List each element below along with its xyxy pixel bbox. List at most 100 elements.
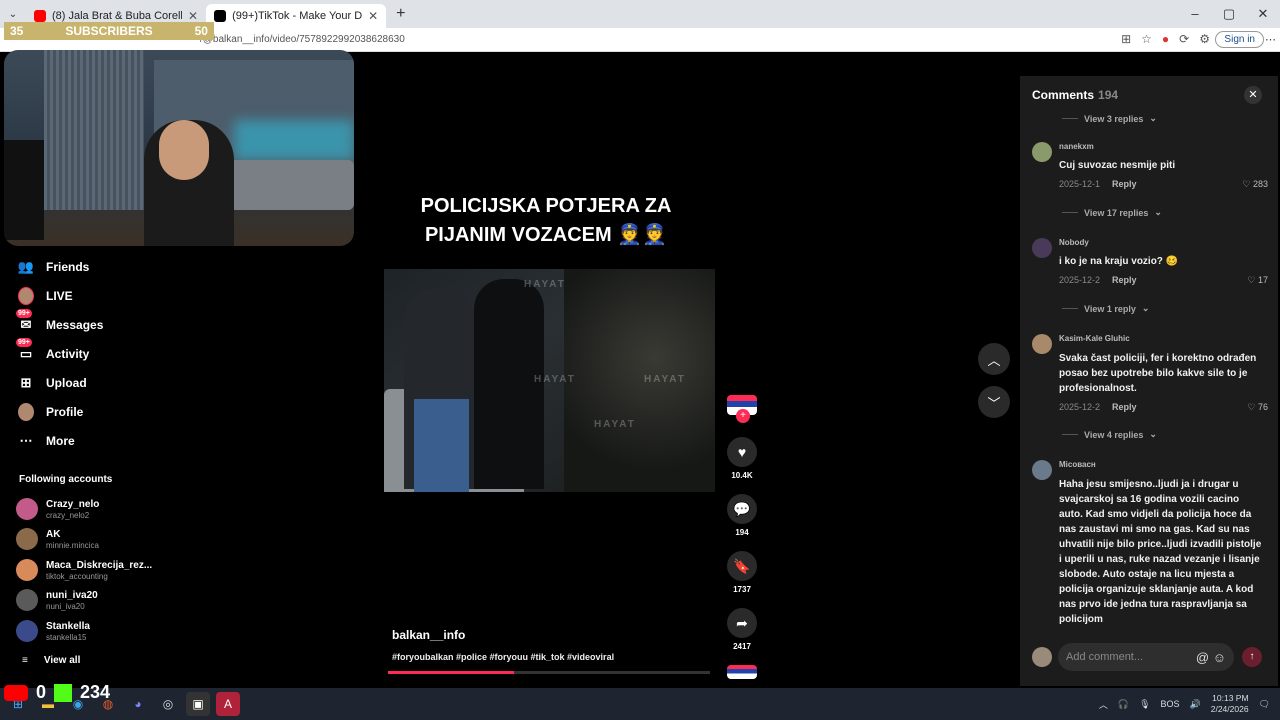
view-all-following-link[interactable]: ≡ View all — [22, 655, 80, 666]
heart-outline-icon: ♡ — [1247, 402, 1256, 412]
video-hashtags[interactable]: #foryoubalkan #police #foryouu #tik_tok … — [392, 652, 614, 662]
sidebar-item-profile[interactable]: Profile — [4, 397, 344, 426]
reply-button[interactable]: Reply — [1112, 402, 1137, 412]
add-comment-bar: Add comment... @ ☺ ↑ — [1032, 642, 1268, 672]
app-icon[interactable]: ▣ — [186, 692, 210, 716]
heart-outline-icon: ♡ — [1247, 275, 1256, 285]
kick-logo-icon — [54, 684, 73, 702]
mention-icon[interactable]: @ — [1196, 650, 1209, 665]
add-comment-input[interactable]: Add comment... @ ☺ — [1058, 643, 1234, 671]
stream-viewer-counters: 0 234 — [4, 682, 110, 703]
microphone-icon[interactable]: 🎙 — [1139, 699, 1150, 710]
comment-button[interactable]: 💬 — [727, 494, 757, 524]
follow-plus-icon[interactable]: + — [736, 409, 750, 423]
view-replies-link[interactable]: View 3 replies ⌄ — [1062, 113, 1157, 124]
comment-like-button[interactable]: ♡ 283 — [1242, 179, 1268, 190]
previous-video-button[interactable]: ︿ — [978, 343, 1010, 375]
reply-button[interactable]: Reply — [1112, 179, 1137, 189]
video-title-line: POLICIJSKA POTJERA ZA — [420, 195, 672, 217]
comment-text-line: nas zaustavi mi smo na gas. Kad su nas — [1059, 524, 1250, 535]
avatar[interactable] — [1032, 460, 1052, 480]
reply-button[interactable]: Reply — [1112, 275, 1137, 285]
avatar — [16, 589, 38, 611]
post-comment-button[interactable]: ↑ — [1242, 647, 1262, 667]
adblock-icon[interactable]: ● — [1162, 32, 1169, 46]
minimize-button[interactable]: – — [1178, 0, 1212, 28]
avatar[interactable] — [1032, 238, 1052, 258]
view-replies-label: View 1 reply — [1084, 303, 1136, 314]
following-account[interactable]: Stankella stankella15 — [16, 620, 90, 642]
video-player[interactable]: HAYAT HAYAT HAYAT HAYAT — [384, 269, 715, 492]
next-video-button[interactable]: ﹀ — [978, 386, 1010, 418]
sidebar-item-label: More — [46, 433, 75, 448]
volume-icon[interactable]: 🔊 — [1190, 699, 1201, 710]
maximize-button[interactable]: ▢ — [1212, 0, 1246, 28]
discord-icon[interactable]: ◕ — [126, 692, 150, 716]
video-progress-fill — [388, 671, 514, 674]
comment-date: 2025-12-2 — [1059, 402, 1101, 412]
clock[interactable]: 10:13 PM 2/24/2026 — [1211, 693, 1249, 715]
affinity-icon[interactable]: A — [216, 692, 240, 716]
sidebar-item-messages[interactable]: ✉ 99+ Messages — [4, 308, 344, 339]
like-button[interactable]: ♥ — [727, 437, 757, 467]
refresh-icon[interactable]: ⟳ — [1179, 32, 1189, 46]
video-author[interactable]: balkan__info — [392, 628, 465, 642]
tab-list-chevron-icon[interactable]: ⌄ — [0, 9, 26, 20]
view-replies-link[interactable]: View 17 replies ⌄ — [1062, 207, 1162, 218]
language-indicator[interactable]: BOS — [1161, 699, 1180, 709]
account-name: nuni_iva20 — [46, 589, 98, 601]
headset-icon[interactable]: 🎧 — [1118, 699, 1129, 710]
chevron-up-icon[interactable]: ︿ — [1099, 698, 1108, 711]
comment-like-button[interactable]: ♡ 17 — [1247, 275, 1268, 286]
obs-icon[interactable]: ◎ — [156, 692, 180, 716]
sidebar-item-live[interactable]: LIVE — [4, 281, 344, 310]
comment-text-line: svajcarskoj sa 16 godina vozili cacino — [1059, 494, 1240, 505]
account-username: stankella15 — [46, 632, 87, 642]
save-button[interactable]: 🔖 — [727, 551, 757, 581]
comment-username[interactable]: nanekxm — [1059, 142, 1094, 151]
video-progress-bar[interactable] — [388, 671, 710, 674]
close-comments-button[interactable]: ✕ — [1244, 86, 1262, 104]
comment-username[interactable]: Micoвасн — [1059, 460, 1096, 469]
notification-icon[interactable]: 🗨 — [1259, 699, 1270, 710]
share-button[interactable]: ➦ — [727, 608, 757, 638]
clock-date: 2/24/2026 — [1210, 704, 1249, 714]
following-account[interactable]: Crazy_nelo crazy_nelo2 — [16, 498, 99, 520]
comment-like-count: 17 — [1257, 275, 1268, 285]
tab-title: (8) Jala Brat & Buba Corelli - Tec-Š — [52, 10, 182, 22]
sidebar-item-more[interactable]: ⋯ More — [4, 426, 344, 455]
comment-username[interactable]: Kasim-Kale Gluhic — [1059, 334, 1130, 343]
sidebar-item-activity[interactable]: ▭ 99+ Activity — [4, 337, 344, 368]
comments-title: Comments — [1032, 88, 1095, 102]
url-text[interactable]: /@balkan__info/video/7578922992038628630 — [200, 34, 405, 45]
extensions-icon[interactable]: ⚙ — [1199, 32, 1210, 46]
sign-in-button[interactable]: Sign in — [1215, 31, 1264, 48]
avatar[interactable] — [1032, 142, 1052, 162]
chevron-down-icon: ⌄ — [1141, 303, 1150, 313]
comment-like-button[interactable]: ♡ 76 — [1247, 402, 1268, 413]
add-comment-placeholder: Add comment... — [1066, 651, 1144, 663]
creator-avatar[interactable]: + — [727, 395, 757, 423]
sound-avatar[interactable] — [727, 665, 757, 679]
avatar[interactable] — [1032, 334, 1052, 354]
sidebar-item-friends[interactable]: 👥 Friends — [4, 252, 344, 281]
comment-username[interactable]: Nobody — [1059, 238, 1089, 247]
emoji-icon[interactable]: ☺ — [1213, 650, 1226, 665]
menu-dots-icon[interactable]: ⋯ — [1265, 33, 1276, 46]
app-icon[interactable]: ⊞ — [1121, 32, 1131, 46]
close-tab-icon[interactable]: ✕ — [188, 9, 198, 23]
close-window-button[interactable]: ✕ — [1246, 0, 1280, 28]
sidebar-item-label: Profile — [46, 404, 84, 419]
subscriber-goal-overlay: 35 SUBSCRIBERS 50 — [4, 22, 214, 40]
view-replies-link[interactable]: View 1 reply ⌄ — [1062, 303, 1149, 314]
following-account[interactable]: AK minnie.mincica — [16, 528, 99, 550]
comment-count: 194 — [735, 528, 749, 537]
tab-tiktok[interactable]: (99+)TikTok - Make Your Day ✕ — [206, 4, 387, 28]
view-replies-link[interactable]: View 4 replies ⌄ — [1062, 429, 1157, 440]
following-account[interactable]: nuni_iva20 nuni_iva20 — [16, 589, 98, 611]
favorite-star-icon[interactable]: ☆ — [1141, 32, 1152, 46]
following-account[interactable]: Maca_Diskrecija_rez... tiktok_accounting — [16, 559, 152, 581]
new-tab-button[interactable]: + — [396, 5, 405, 23]
close-tab-icon[interactable]: ✕ — [368, 9, 378, 23]
sidebar-item-upload[interactable]: ⊞ Upload — [4, 368, 344, 397]
